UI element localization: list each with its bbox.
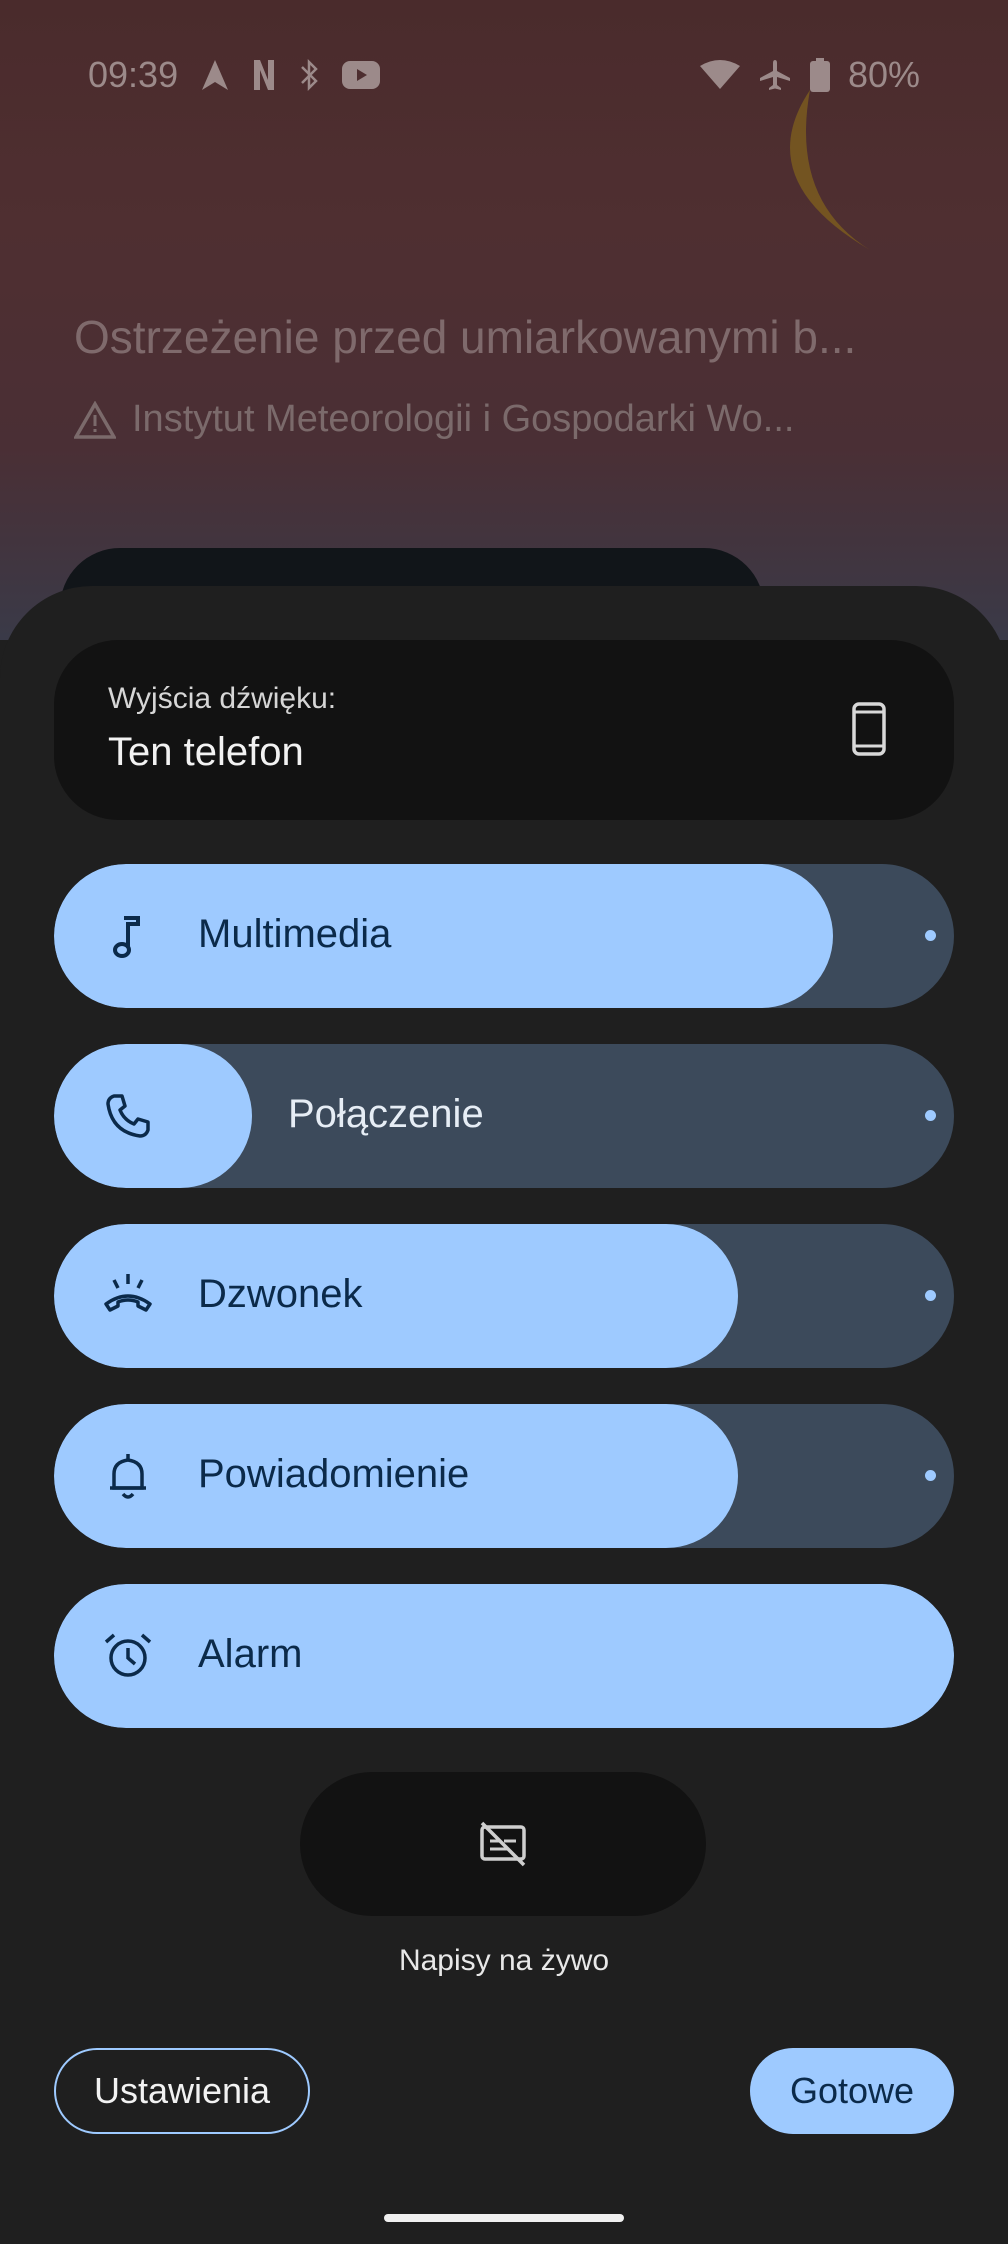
output-device: Ten telefon [108,730,304,774]
slider-end-dot [925,1290,936,1301]
navigation-icon [202,60,229,90]
slider-ringer[interactable]: Dzwonek [54,1224,954,1368]
captions-off-icon [480,1821,526,1867]
bluetooth-icon [301,58,318,92]
slider-end-dot [925,1110,936,1121]
slider-call[interactable]: Połączenie [54,1044,954,1188]
sound-output-card[interactable]: Wyjścia dźwięku: Ten telefon [54,640,954,820]
slider-notification[interactable]: Powiadomienie [54,1404,954,1548]
live-caption-button[interactable] [300,1772,706,1916]
warning-icon [74,400,116,439]
smartphone-icon [852,702,886,756]
live-caption-label: Napisy na żywo [398,1944,610,1977]
slider-alarm[interactable]: Alarm [54,1584,954,1728]
slider-fill [54,1224,738,1368]
ringer-icon [104,1274,152,1312]
phone-icon [106,1094,150,1138]
slider-label: Alarm [198,1632,303,1676]
settings-button[interactable]: Ustawienia [54,2048,310,2134]
music-note-icon [113,916,140,958]
alert-title[interactable]: Ostrzeżenie przed umiarkowanymi b... [74,310,934,364]
home-indicator[interactable] [384,2214,624,2222]
slider-label: Dzwonek [198,1272,363,1316]
slider-label: Powiadomienie [198,1452,470,1496]
netflix-icon [254,60,275,90]
output-label: Wyjścia dźwięku: [108,682,337,715]
wifi-icon [699,60,740,89]
alert-source[interactable]: Instytut Meteorologii i Gospodarki Wo... [74,398,934,441]
youtube-icon [342,61,381,89]
moon-icon [790,90,870,250]
done-button[interactable]: Gotowe [750,2048,954,2134]
battery-icon [809,58,830,92]
bell-icon [110,1454,146,1499]
alert-source-text: Instytut Meteorologii i Gospodarki Wo... [132,398,795,440]
slider-fill [54,1584,954,1728]
slider-fill [54,864,833,1008]
slider-label: Multimedia [198,912,392,956]
slider-multimedia[interactable]: Multimedia [54,864,954,1008]
airplane-icon [759,60,790,90]
slider-end-dot [925,1470,936,1481]
alarm-icon [104,1633,152,1677]
slider-label: Połączenie [288,1092,484,1136]
clock: 09:39 [88,54,179,95]
slider-end-dot [925,930,936,941]
